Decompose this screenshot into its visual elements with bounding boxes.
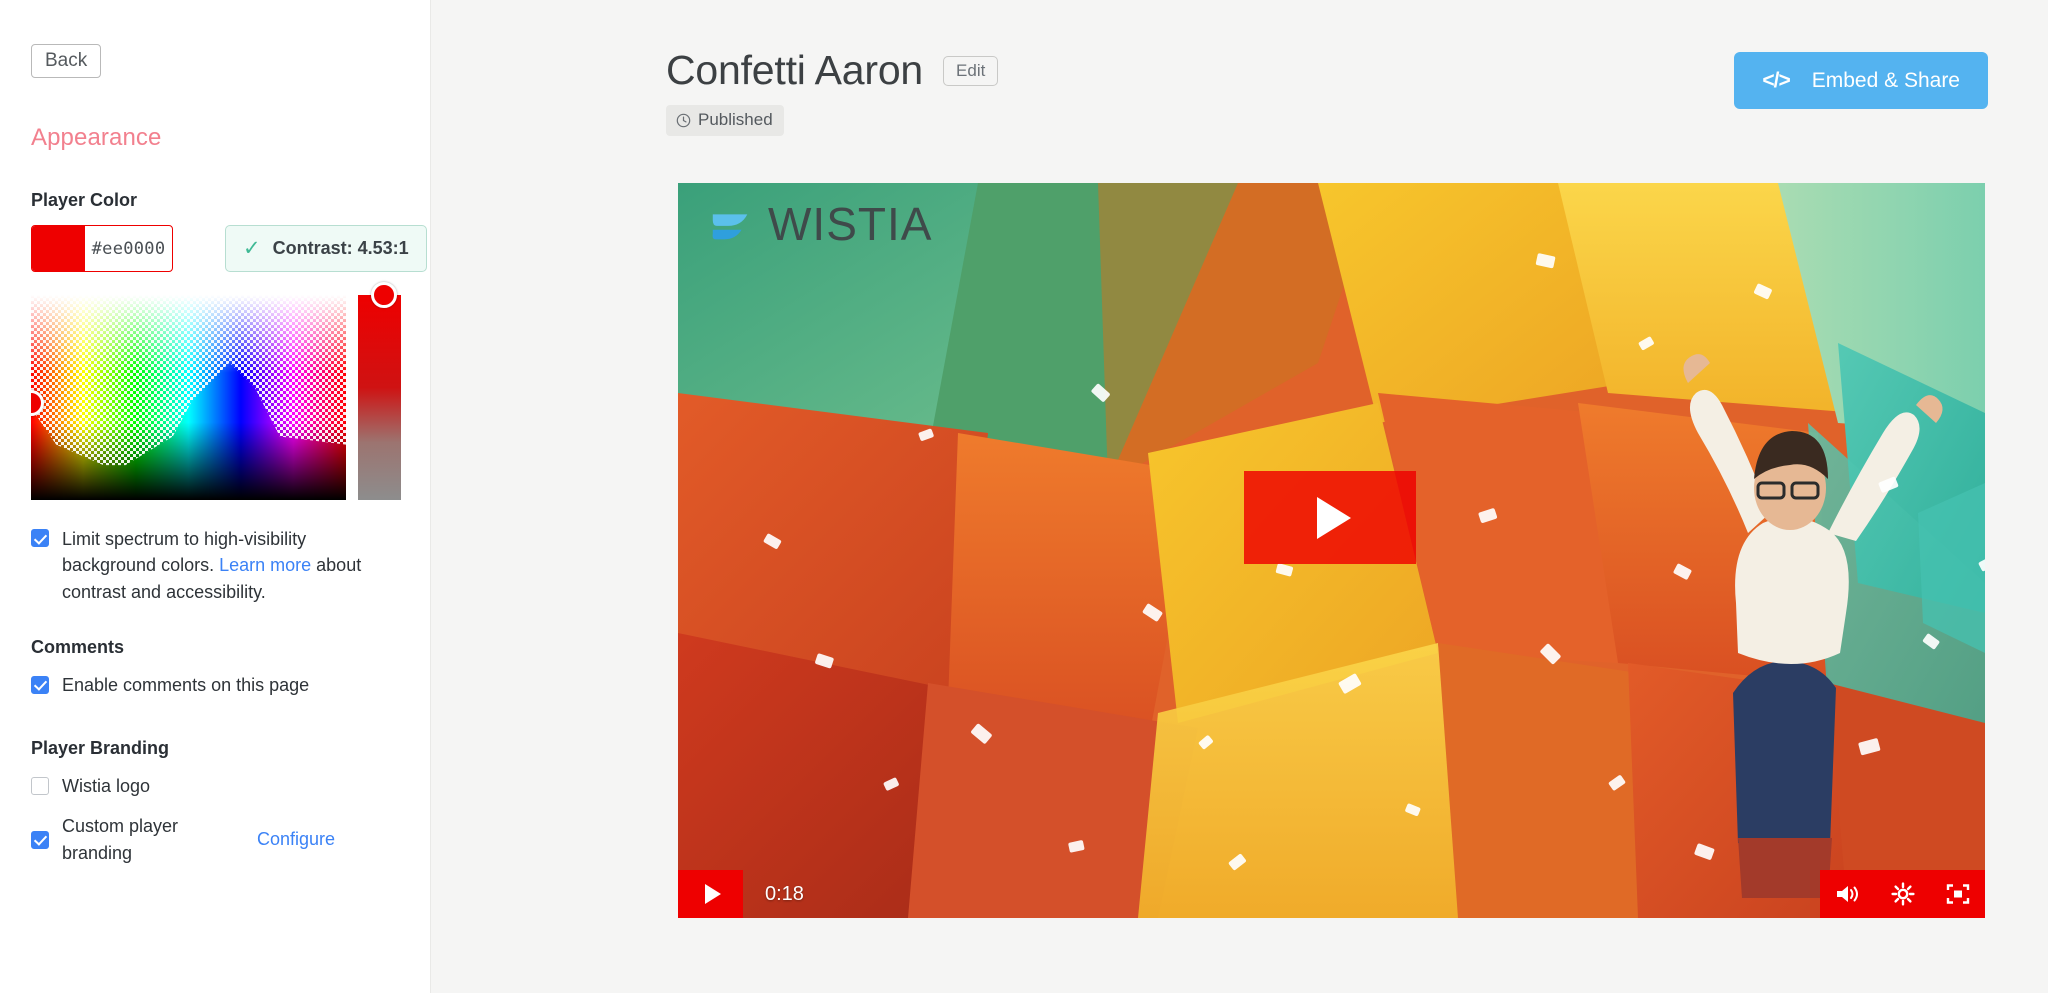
- progress-scrubber[interactable]: [804, 870, 1820, 918]
- code-icon: </>: [1762, 68, 1790, 92]
- enable-comments-label: Enable comments on this page: [62, 674, 310, 695]
- color-hex-value[interactable]: #ee0000: [85, 226, 172, 271]
- edit-title-button[interactable]: Edit: [943, 55, 999, 86]
- enable-comments-checkbox[interactable]: [31, 675, 49, 694]
- configure-link[interactable]: Configure: [257, 829, 431, 850]
- status-text: Published: [698, 110, 773, 129]
- appearance-sidebar: Back Appearance Player Color #ee0000 ✓ C…: [0, 0, 431, 993]
- wistia-logo-checkbox[interactable]: [31, 777, 49, 796]
- wistia-logo-label: Wistia logo: [62, 776, 151, 797]
- play-button[interactable]: [678, 870, 743, 918]
- spectrum-saturation-area[interactable]: [31, 295, 346, 500]
- back-button[interactable]: Back: [31, 44, 102, 78]
- player-controls-right: [1820, 870, 1985, 918]
- fullscreen-icon: [1946, 884, 1969, 904]
- learn-more-link[interactable]: Learn more: [219, 555, 311, 575]
- limit-spectrum-row[interactable]: Limit spectrum to high-visibility backgr…: [31, 526, 430, 605]
- color-spectrum-picker[interactable]: [31, 282, 401, 500]
- color-swatch-input[interactable]: #ee0000: [31, 225, 173, 272]
- value-handle[interactable]: [371, 282, 397, 308]
- player-color-row: #ee0000 ✓ Contrast: 4.53:1: [31, 225, 430, 272]
- main-content: Confetti Aaron Edit Published </> Embed …: [431, 0, 2048, 993]
- contrast-badge: ✓ Contrast: 4.53:1: [225, 225, 427, 272]
- page-header: Confetti Aaron Edit Published </> Embed …: [431, 0, 2048, 136]
- player-color-label: Player Color: [31, 190, 138, 210]
- wistia-wordmark: WISTIA: [768, 198, 933, 250]
- video-player[interactable]: WISTIA 0:18: [678, 183, 1985, 918]
- status-badge: Published: [666, 105, 784, 136]
- app-root: Back Appearance Player Color #ee0000 ✓ C…: [0, 0, 2048, 993]
- gear-icon: [1890, 882, 1915, 906]
- wistia-logo: WISTIA: [708, 197, 932, 251]
- color-swatch-chip: [32, 226, 85, 271]
- play-icon: [1317, 496, 1351, 539]
- limit-spectrum-label: Limit spectrum to high-visibility backgr…: [62, 526, 392, 605]
- player-branding-label: Player Branding: [31, 738, 170, 759]
- player-controls: 0:18: [678, 870, 1985, 918]
- panel-title: Appearance: [31, 124, 162, 151]
- limit-spectrum-checkbox[interactable]: [31, 529, 49, 547]
- custom-branding-checkbox[interactable]: [31, 830, 49, 849]
- title-block: Confetti Aaron Edit Published: [666, 47, 999, 136]
- clock-icon: [676, 113, 691, 127]
- title-line: Confetti Aaron Edit: [666, 47, 999, 93]
- play-small-icon: [704, 884, 721, 904]
- time-display: 0:18: [765, 882, 804, 905]
- enable-comments-row[interactable]: Enable comments on this page: [31, 672, 430, 698]
- wistia-mark-icon: [712, 214, 748, 240]
- wistia-logo-row[interactable]: Wistia logo: [31, 773, 430, 799]
- big-play-button[interactable]: [1244, 471, 1416, 564]
- embed-and-share-button[interactable]: </> Embed & Share: [1734, 52, 1988, 109]
- comments-label: Comments: [31, 636, 125, 657]
- page-title: Confetti Aaron: [666, 47, 924, 93]
- volume-button[interactable]: [1820, 870, 1875, 918]
- custom-branding-label: Custom player branding: [62, 816, 179, 863]
- fullscreen-button[interactable]: [1930, 870, 1985, 918]
- contrast-value: Contrast: 4.53:1: [272, 238, 409, 258]
- check-icon: ✓: [243, 237, 261, 260]
- value-slider[interactable]: [358, 295, 401, 500]
- custom-branding-row[interactable]: Custom player branding Configure: [31, 813, 431, 866]
- settings-button[interactable]: [1875, 870, 1930, 918]
- embed-and-share-label: Embed & Share: [1811, 68, 1960, 92]
- volume-icon: [1836, 886, 1858, 902]
